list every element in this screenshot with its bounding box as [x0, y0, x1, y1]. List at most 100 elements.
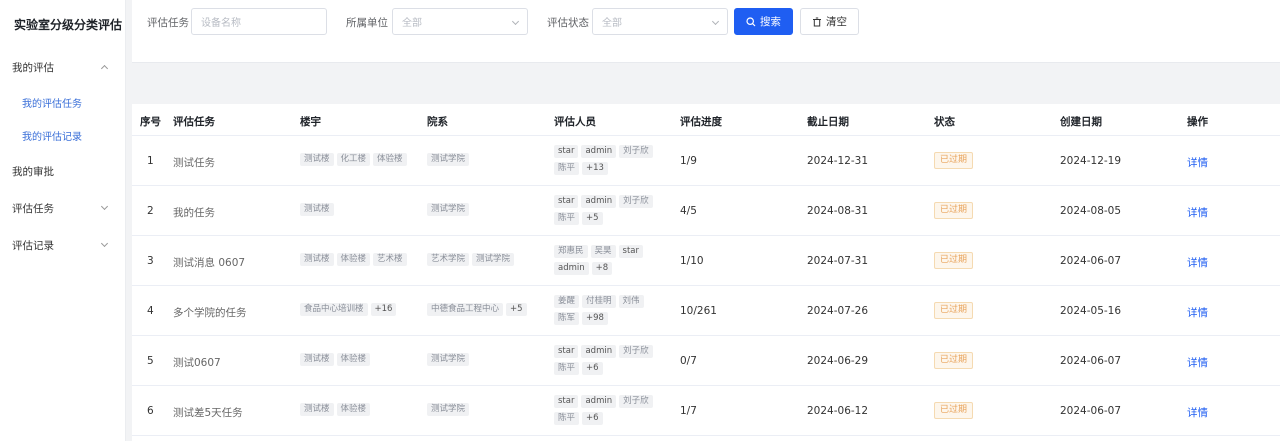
building-tags: 测试楼 体验楼 [300, 353, 371, 366]
table-row: 5 测试0607 测试楼 体验楼 测试学院 star admin 刘子欣 陈平 … [132, 336, 1280, 386]
col-status: 状态 [934, 116, 955, 128]
task-name-input[interactable]: 设备名称 [191, 8, 327, 35]
table-row: 4 多个学院的任务 食品中心培训楼 +16 中德食品工程中心 +5 姜醒 付桂明… [132, 286, 1280, 336]
evaluator-tag: star [554, 195, 579, 208]
col-task: 评估任务 [173, 116, 215, 128]
detail-link[interactable]: 详情 [1187, 255, 1208, 270]
unit-select[interactable]: 全部 [392, 8, 528, 35]
row-deadline: 2024-12-31 [807, 155, 869, 167]
building-tag: 食品中心培训楼 [300, 303, 368, 316]
department-tag: 中德食品工程中心 [427, 303, 504, 316]
nav-evaluation-records[interactable]: 评估记录 [12, 236, 109, 254]
evaluator-tags-line1: star admin 刘子欣 [554, 145, 653, 158]
evaluator-tag: 陈平 [554, 362, 580, 375]
building-tag: 体验楼 [336, 253, 371, 266]
evaluator-tag: admin [581, 345, 617, 358]
department-tag: 艺术学院 [427, 253, 470, 266]
status-badge: 已过期 [934, 252, 974, 269]
department-more-tag: +5 [506, 303, 527, 316]
building-tag: 测试楼 [300, 253, 334, 266]
evaluator-tag: admin [581, 145, 617, 158]
evaluator-tags-line2: 陈平 +5 [554, 212, 603, 225]
building-tag: 测试楼 [300, 403, 334, 416]
evaluator-tag: 陈军 [554, 312, 580, 325]
clear-button-label: 清空 [826, 16, 847, 28]
building-tags: 食品中心培训楼 +16 [300, 303, 397, 316]
row-progress: 10/261 [680, 305, 717, 317]
detail-link[interactable]: 详情 [1187, 155, 1208, 170]
table-header: 序号 评估任务 楼宇 院系 评估人员 评估进度 截止日期 状态 创建日期 操作 [132, 104, 1280, 136]
department-tags: 中德食品工程中心 +5 [427, 303, 527, 316]
row-index: 5 [147, 355, 154, 367]
department-tags: 测试学院 [427, 403, 470, 416]
col-action: 操作 [1187, 116, 1208, 128]
evaluator-tag: 姜醒 [554, 295, 580, 308]
evaluator-more-tag: +98 [582, 312, 608, 325]
evaluator-tags-line1: star admin 刘子欣 [554, 345, 653, 358]
evaluator-more-tag: +5 [582, 212, 603, 225]
row-created: 2024-08-05 [1060, 205, 1122, 217]
evaluator-tags-line1: 郑惠民 吴昊 star [554, 245, 643, 258]
chevron-down-icon [711, 17, 720, 26]
row-created: 2024-06-07 [1060, 405, 1122, 417]
department-tags: 测试学院 [427, 203, 470, 216]
col-progress: 评估进度 [680, 116, 722, 128]
trash-icon [813, 17, 821, 26]
status-badge: 已过期 [934, 202, 974, 219]
table-row: 3 测试消息 0607 测试楼 体验楼 艺术楼 艺术学院 测试学院 郑惠民 吴昊… [132, 236, 1280, 286]
nav-my-evaluation-tasks[interactable]: 我的评估任务 [22, 93, 82, 111]
building-tag: 化工楼 [336, 153, 371, 166]
detail-link[interactable]: 详情 [1187, 305, 1208, 320]
nav-my-approval[interactable]: 我的审批 [12, 162, 109, 180]
detail-link[interactable]: 详情 [1187, 405, 1208, 420]
detail-link[interactable]: 详情 [1187, 205, 1208, 220]
department-tags: 艺术学院 测试学院 [427, 253, 515, 266]
nav-my-evaluation[interactable]: 我的评估 [12, 58, 109, 76]
search-icon [746, 16, 756, 26]
status-badge: 已过期 [934, 352, 974, 369]
building-tags: 测试楼 化工楼 体验楼 [300, 153, 407, 166]
task-filter-label: 评估任务 [147, 17, 189, 29]
task-name-placeholder: 设备名称 [201, 18, 241, 29]
row-deadline: 2024-07-31 [807, 255, 869, 267]
row-created: 2024-12-19 [1060, 155, 1122, 167]
row-created: 2024-06-07 [1060, 355, 1122, 367]
evaluator-more-tag: +6 [582, 412, 603, 425]
row-progress: 4/5 [680, 205, 697, 217]
status-badge: 已过期 [934, 302, 974, 319]
detail-link[interactable]: 详情 [1187, 355, 1208, 370]
table-row: 6 测试差5天任务 测试楼 体验楼 测试学院 star admin 刘子欣 陈平… [132, 386, 1280, 436]
row-index: 6 [147, 405, 154, 417]
evaluator-tags-line1: star admin 刘子欣 [554, 395, 653, 408]
row-index: 2 [147, 205, 154, 217]
row-index: 1 [147, 155, 154, 167]
evaluator-tag: star [618, 245, 643, 258]
status-select[interactable]: 全部 [592, 8, 728, 35]
evaluator-tag: 吴昊 [590, 245, 616, 258]
search-button[interactable]: 搜索 [734, 8, 793, 35]
building-tags: 测试楼 体验楼 艺术楼 [300, 253, 407, 266]
evaluator-tags-line1: star admin 刘子欣 [554, 195, 653, 208]
row-created: 2024-05-16 [1060, 305, 1122, 317]
evaluator-tag: 郑惠民 [554, 245, 588, 258]
building-tags: 测试楼 [300, 203, 334, 216]
nav-evaluation-tasks[interactable]: 评估任务 [12, 199, 109, 217]
col-building: 楼宇 [300, 116, 321, 128]
evaluator-tags-line2: 陈军 +98 [554, 312, 608, 325]
row-deadline: 2024-08-31 [807, 205, 869, 217]
evaluator-tags-line2: admin +8 [554, 262, 613, 275]
evaluator-tag: 陈平 [554, 162, 580, 175]
evaluator-tags-line2: 陈平 +6 [554, 412, 603, 425]
row-progress: 0/7 [680, 355, 697, 367]
building-tag: 测试楼 [300, 203, 334, 216]
department-tag: 测试学院 [427, 153, 470, 166]
nav-my-evaluation-records[interactable]: 我的评估记录 [22, 126, 82, 144]
evaluator-tag: admin [554, 262, 589, 275]
chevron-down-icon [100, 202, 109, 211]
clear-button[interactable]: 清空 [800, 8, 859, 35]
row-task: 测试消息 0607 [173, 257, 246, 269]
row-task: 测试差5天任务 [173, 407, 243, 419]
evaluator-tag: 刘伟 [618, 295, 644, 308]
col-index: 序号 [140, 116, 161, 128]
chevron-down-icon [511, 17, 520, 26]
